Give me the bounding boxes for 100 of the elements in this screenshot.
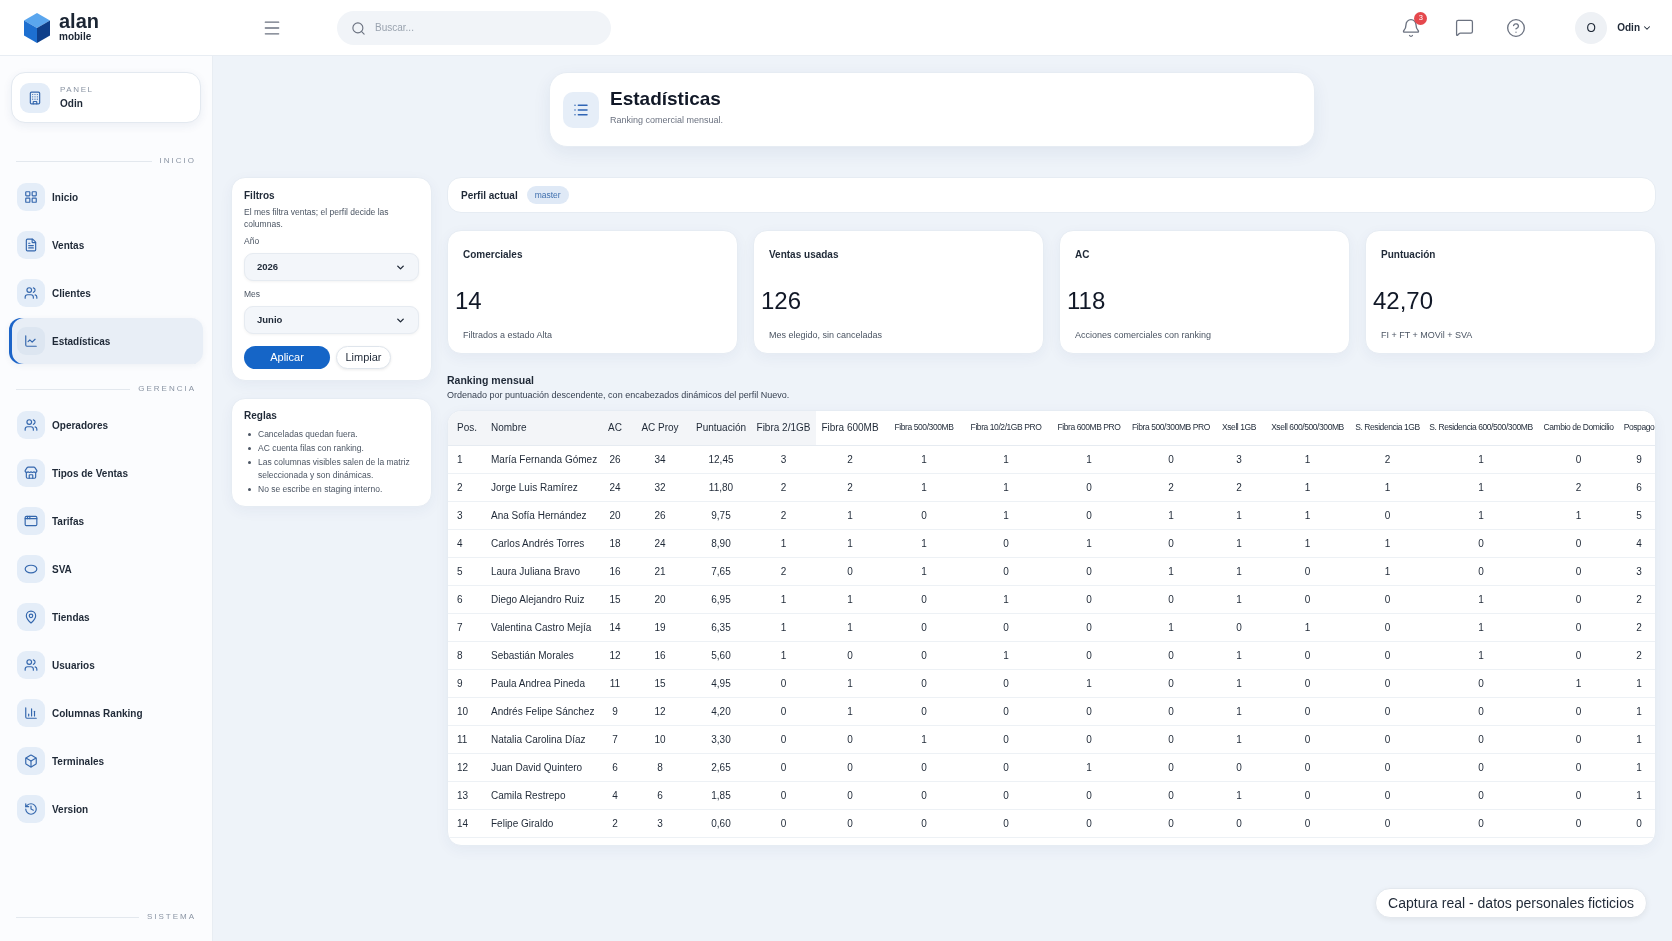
column-header: Puntuación	[695, 422, 746, 434]
sidebar-item[interactable]: Terminales	[9, 738, 203, 784]
sidebar-item[interactable]: Ventas	[9, 222, 203, 268]
table-cell: Diego Alejandro Ruiz	[491, 593, 585, 605]
table-cell: 0	[847, 565, 853, 577]
caption-badge: Captura real - datos personales ficticios	[1375, 888, 1647, 918]
table-cell: 0	[847, 649, 853, 661]
help-icon[interactable]	[1506, 17, 1527, 38]
bullet-icon	[248, 461, 251, 464]
stat-label: AC	[1075, 248, 1090, 262]
table-cell: 1	[1236, 789, 1242, 801]
table-cell: Jorge Luis Ramírez	[491, 481, 578, 493]
table-cell: 1	[1478, 481, 1484, 493]
history-icon	[17, 795, 45, 823]
sidebar-item[interactable]: SVA	[9, 546, 203, 592]
table-cell: 0	[1086, 621, 1092, 633]
table-cell: 1	[1478, 621, 1484, 633]
brand-tagline: mobile	[59, 31, 93, 43]
table-cell: 9	[457, 677, 463, 689]
table-cell: 0	[1086, 481, 1092, 493]
rule-text: AC cuenta filas con ranking.	[258, 442, 364, 455]
user-menu[interactable]: O Odin	[1575, 11, 1652, 44]
table-cell: 12,45	[708, 453, 734, 465]
table-cell: 24	[654, 537, 666, 549]
table-cell: 0	[1478, 537, 1484, 549]
table-cell: 0	[1575, 537, 1582, 549]
panel-card[interactable]: PANEL Odin	[11, 72, 201, 123]
table-cell: 1	[847, 593, 853, 605]
table-cell: 0	[1478, 817, 1484, 829]
sidebar-item[interactable]: Columnas Ranking	[9, 690, 203, 736]
table-cell: 0	[1575, 593, 1582, 605]
column-header: Xsell 600/500/300MB	[1271, 422, 1344, 433]
column-header: Fibra 600MB PRO	[1057, 422, 1121, 433]
table-cell: 4	[457, 537, 463, 549]
table-cell: 0	[1304, 789, 1311, 801]
panel-label: PANEL	[60, 85, 94, 95]
cube-logo-icon	[23, 11, 51, 44]
table-cell: 0	[1575, 733, 1582, 745]
table-cell: 1	[1384, 481, 1391, 493]
table-cell: 0	[780, 705, 787, 717]
stat-note: Filtrados a estado Alta	[463, 329, 553, 341]
table-cell: 1	[1478, 649, 1484, 661]
table-cell: 3	[1236, 453, 1242, 465]
table-cell: 0	[780, 733, 787, 745]
stat-label: Puntuación	[1381, 248, 1436, 262]
bullet-icon	[248, 447, 251, 450]
table-cell: 1	[847, 621, 853, 633]
column-header: Pospago	[1623, 422, 1655, 433]
stat-label: Comerciales	[463, 248, 523, 262]
column-header: Fibra 10/2/1GB PRO	[970, 422, 1042, 433]
table-cell: 1	[847, 509, 853, 521]
chat-icon[interactable]	[1455, 18, 1475, 37]
sidebar-item[interactable]: Operadores	[9, 402, 203, 448]
table-cell: 0	[1086, 509, 1092, 521]
sidebar-item[interactable]: Tipos de Ventas	[9, 450, 203, 496]
sidebar-item[interactable]: Clientes	[9, 270, 203, 316]
table-cell: 1	[1003, 509, 1009, 521]
search-icon	[351, 20, 366, 36]
table-cell: 21	[654, 565, 666, 577]
table-cell: 14	[457, 817, 469, 829]
select-field[interactable]: 2026	[244, 253, 419, 281]
stat-value: 42,70	[1373, 287, 1434, 315]
table-cell: Carlos Andrés Torres	[491, 537, 585, 549]
grid-icon	[17, 183, 45, 211]
sidebar-item[interactable]: Tarifas	[9, 498, 203, 544]
table-cell: 34	[654, 453, 666, 465]
sidebar-item[interactable]: Tiendas	[9, 594, 203, 640]
table-cell: 0	[1003, 677, 1009, 689]
table-cell: 1	[1086, 453, 1092, 465]
stat-note: Mes elegido, sin canceladas	[769, 329, 883, 341]
table-cell: 2	[457, 481, 463, 493]
table-cell: 0	[1575, 621, 1582, 633]
search-field[interactable]: Buscar...	[337, 10, 611, 45]
stat-label: Ventas usadas	[769, 248, 839, 262]
sidebar-item[interactable]: Estadísticas	[9, 318, 203, 364]
table-cell: 0,60	[711, 817, 731, 829]
notification-bell-icon[interactable]	[1401, 17, 1422, 38]
select-field[interactable]: Junio	[244, 306, 419, 334]
table-cell: 0	[1478, 565, 1484, 577]
table-cell: 0	[1575, 761, 1582, 773]
sidebar-item[interactable]: Version	[9, 786, 203, 832]
table-cell: 8	[457, 649, 463, 661]
sidebar-item[interactable]: Inicio	[9, 174, 203, 220]
table-cell: 1	[847, 677, 853, 689]
table-cell: 0	[1168, 761, 1174, 773]
clear-button[interactable]: Limpiar	[336, 346, 391, 369]
table-cell: 0	[1003, 621, 1009, 633]
apply-button[interactable]: Aplicar	[244, 346, 330, 369]
table-cell: 9	[1636, 453, 1642, 465]
list-icon	[563, 91, 599, 128]
table-cell: 6	[612, 761, 618, 773]
table-cell: 1	[1636, 789, 1642, 801]
table-cell: 1	[1236, 537, 1242, 549]
table-cell: 0	[1575, 453, 1582, 465]
table-cell: 0	[921, 593, 927, 605]
table-cell: 0	[1384, 621, 1391, 633]
sidebar-item[interactable]: Usuarios	[9, 642, 203, 688]
table-cell: 0	[1168, 593, 1174, 605]
profile-label: Perfil actual	[461, 188, 518, 203]
stat-value: 126	[761, 287, 802, 315]
